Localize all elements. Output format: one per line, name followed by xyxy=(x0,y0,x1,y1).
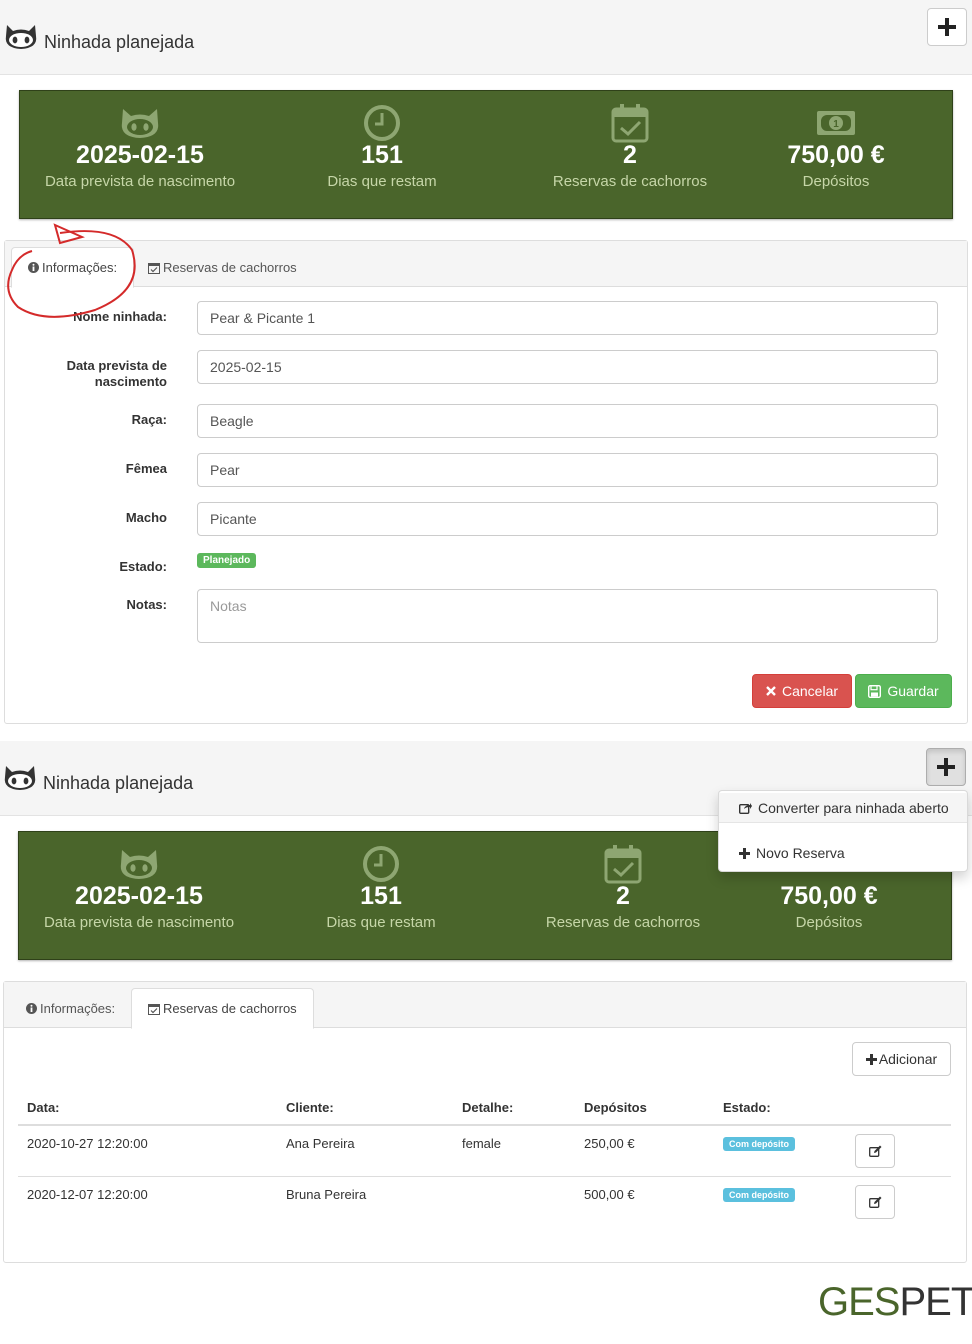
stat-reservations: 2 Reservas de cachorros xyxy=(510,91,750,220)
date-label: Data prevista de nascimento xyxy=(66,358,167,389)
cell-client: Ana Pereira xyxy=(286,1136,355,1151)
notes-label: Notas: xyxy=(126,597,167,612)
column-header-date: Data: xyxy=(27,1100,60,1115)
date-input[interactable] xyxy=(197,350,938,384)
stat-value: 2025-02-15 xyxy=(75,882,203,910)
annotation-circle-drawing xyxy=(7,223,136,318)
share-square-icon xyxy=(739,803,752,814)
cat-icon xyxy=(121,109,159,138)
cat-icon xyxy=(120,850,158,879)
stat-birth-date: 2025-02-15 Data prevista de nascimento xyxy=(19,832,259,961)
edit-icon xyxy=(868,1145,881,1157)
cell-client: Bruna Pereira xyxy=(286,1187,367,1202)
cell-date: 2020-12-07 12:20:00 xyxy=(27,1187,148,1202)
tab-strip: Informações: Reservas de cachorros xyxy=(4,982,966,1029)
tab-label: Reservas de cachorros xyxy=(163,1001,297,1016)
stat-value: 750,00 € xyxy=(780,882,878,910)
calendar-icon xyxy=(148,1003,160,1015)
stat-value: 2025-02-15 xyxy=(76,141,204,169)
stat-value: 2 xyxy=(616,882,630,910)
add-reservation-button[interactable]: Adicionar xyxy=(852,1042,951,1076)
plus-icon xyxy=(938,18,956,36)
gespet-logo: GESPET xyxy=(818,1280,972,1324)
notes-textarea[interactable] xyxy=(197,589,938,643)
github-cat-icon xyxy=(5,25,37,49)
cell-detail: female xyxy=(462,1136,502,1151)
plus-icon xyxy=(937,758,955,776)
floppy-disk-icon xyxy=(868,684,882,698)
stat-label: Data prevista de nascimento xyxy=(44,173,236,190)
male-label: Macho xyxy=(125,510,167,525)
calendar-check-icon xyxy=(611,104,649,143)
column-header-status: Estado: xyxy=(723,1100,771,1115)
stat-value: 2 xyxy=(623,141,637,169)
edit-icon xyxy=(868,1196,881,1208)
menu-item-new-reservation[interactable]: Novo Reserva xyxy=(719,838,967,868)
info-icon xyxy=(26,1003,37,1014)
add-dropdown-menu: Converter para ninhada aberto Novo Reser… xyxy=(718,790,968,872)
times-icon xyxy=(766,686,776,696)
top-header: Ninhada planejada xyxy=(0,0,972,75)
page-title: Ninhada planejada xyxy=(44,32,195,52)
money-icon: 1 xyxy=(817,111,855,135)
svg-text:1: 1 xyxy=(833,119,839,130)
breed-input[interactable] xyxy=(197,404,938,438)
save-button[interactable]: Guardar xyxy=(855,674,952,708)
stat-value: 151 xyxy=(360,882,402,910)
add-menu-button[interactable] xyxy=(926,748,966,786)
cell-deposit: 250,00 € xyxy=(584,1136,635,1151)
clock-icon xyxy=(364,105,400,141)
stats-banner: 2025-02-15 Data prevista de nascimento 1… xyxy=(19,90,953,219)
stat-label: Data prevista de nascimento xyxy=(43,914,235,931)
column-header-detail: Detalhe: xyxy=(462,1100,514,1115)
stat-days-left: 151 Dias que restam xyxy=(261,832,501,961)
name-input[interactable] xyxy=(197,301,938,335)
edit-button[interactable] xyxy=(855,1134,895,1168)
stat-label: Depósitos xyxy=(795,914,863,931)
page-title: Ninhada planejada xyxy=(43,773,194,793)
row-divider xyxy=(18,1176,951,1177)
stat-days-left: 151 Dias que restam xyxy=(262,91,502,220)
github-cat-icon xyxy=(4,766,36,790)
status-badge: Com depósito xyxy=(723,1137,795,1151)
reservations-panel: Informações: Reservas de cachorros xyxy=(3,981,967,1263)
cell-deposit: 500,00 € xyxy=(584,1187,635,1202)
clock-icon xyxy=(363,846,399,882)
edit-button[interactable] xyxy=(855,1185,895,1219)
status-label: Estado: xyxy=(119,559,167,574)
tab-reservations[interactable]: Reservas de cachorros xyxy=(131,988,314,1029)
table-header-divider xyxy=(18,1124,951,1126)
female-label: Fêmea xyxy=(125,461,167,476)
stat-label: Dias que restam xyxy=(327,173,437,190)
stat-birth-date: 2025-02-15 Data prevista de nascimento xyxy=(20,91,260,220)
male-input[interactable] xyxy=(197,502,938,536)
menu-item-convert[interactable]: Converter para ninhada aberto xyxy=(719,793,967,823)
status-badge: Com depósito xyxy=(723,1188,795,1202)
breed-label: Raça: xyxy=(131,412,167,427)
plus-icon xyxy=(865,1053,877,1065)
female-input[interactable] xyxy=(197,453,938,487)
cancel-button[interactable]: Cancelar xyxy=(752,674,852,708)
tab-info[interactable]: Informações: xyxy=(10,988,131,1029)
stat-reservations: 2 Reservas de cachorros xyxy=(503,832,743,961)
add-menu-button[interactable] xyxy=(927,8,967,46)
stat-label: Reservas de cachorros xyxy=(545,914,701,931)
cell-date: 2020-10-27 12:20:00 xyxy=(27,1136,148,1151)
column-header-deposits: Depósitos xyxy=(584,1100,647,1115)
stat-label: Reservas de cachorros xyxy=(552,173,708,190)
stat-deposits: 1 750,00 € Depósitos xyxy=(716,91,956,220)
stat-label: Depósitos xyxy=(802,173,870,190)
menu-divider xyxy=(719,822,967,823)
column-header-client: Cliente: xyxy=(286,1100,334,1115)
stat-label: Dias que restam xyxy=(326,914,436,931)
tab-label: Informações: xyxy=(40,1001,116,1016)
plus-icon xyxy=(739,847,750,859)
stat-value: 750,00 € xyxy=(787,141,885,169)
stat-value: 151 xyxy=(361,141,403,169)
status-badge: Planejado xyxy=(197,553,257,568)
calendar-check-icon xyxy=(604,845,642,884)
